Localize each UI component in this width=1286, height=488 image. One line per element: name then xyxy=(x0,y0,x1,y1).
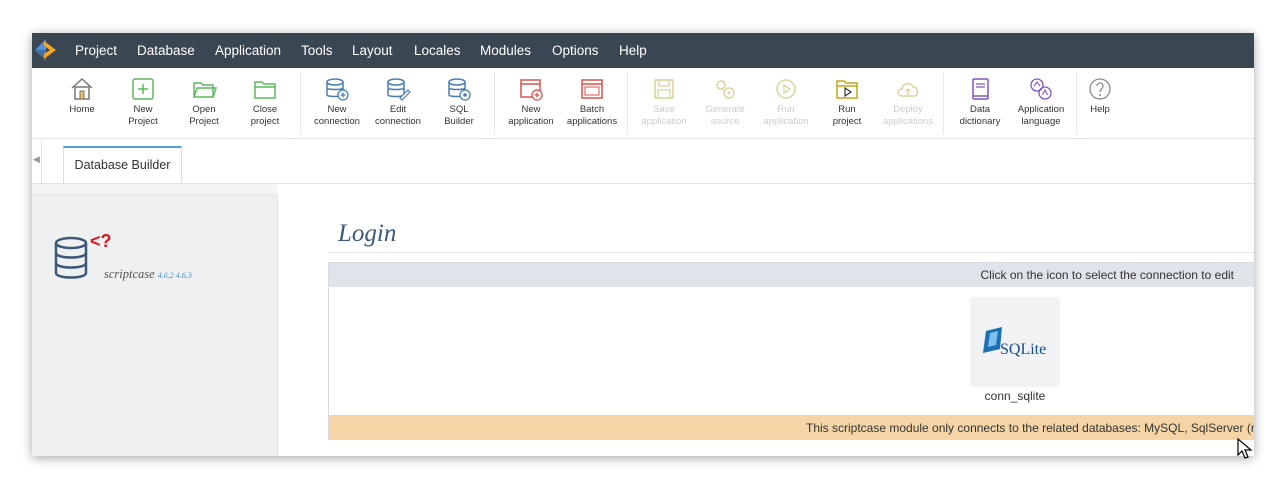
menu-project[interactable]: Project xyxy=(75,33,117,68)
instruction-text: Click on the icon to select the connecti… xyxy=(980,268,1234,282)
data-dictionary-label: Data dictionary xyxy=(959,104,1001,127)
help-label: Help xyxy=(1090,104,1110,115)
page-title: Login xyxy=(338,220,397,247)
menubar: Project Database Application Tools Layou… xyxy=(32,33,1254,68)
menu-help[interactable]: Help xyxy=(619,33,647,68)
app-window: Project Database Application Tools Layou… xyxy=(32,33,1254,456)
generate-source-label: Generate source xyxy=(705,104,745,127)
mouse-cursor-icon xyxy=(1237,438,1253,459)
generate-source-button[interactable]: Generate source xyxy=(695,76,755,128)
menu-application[interactable]: Application xyxy=(215,33,281,68)
side-panel: <? scriptcase 4.6.2 4.6.3 xyxy=(32,194,278,456)
new-connection-button[interactable]: New connection xyxy=(307,76,367,128)
folder-play-icon xyxy=(836,80,858,99)
application-language-label: Application language xyxy=(1017,104,1065,127)
sqlite-logo-icon: SQLite xyxy=(983,327,1046,358)
sql-builder-label: SQL Builder xyxy=(444,104,474,127)
run-application-label: Run application xyxy=(763,104,809,127)
window-add-icon xyxy=(520,79,543,101)
sql-builder-button[interactable]: SQL Builder xyxy=(429,76,489,128)
connection-box: Click on the icon to select the connecti… xyxy=(328,262,1254,440)
connection-header: Click on the icon to select the connecti… xyxy=(329,263,1254,287)
version-label: 4.6.2 4.6.3 xyxy=(157,271,192,280)
save-icon xyxy=(654,79,674,99)
open-project-label: Open Project xyxy=(189,104,219,127)
home-button[interactable]: Home xyxy=(52,76,112,116)
edit-connection-label: Edit connection xyxy=(375,104,421,127)
logo-badge: <? xyxy=(90,231,112,251)
tab-label: Database Builder xyxy=(74,158,171,172)
tab-bar: ◀ Database Builder xyxy=(32,139,1254,184)
home-icon xyxy=(71,77,93,100)
home-label: Home xyxy=(69,104,95,115)
folder-close-icon xyxy=(254,81,276,99)
application-language-button[interactable]: Application language xyxy=(1011,76,1071,128)
save-application-button[interactable]: Save application xyxy=(634,76,694,128)
deploy-applications-label: Deploy applications xyxy=(882,104,934,127)
menu-tools[interactable]: Tools xyxy=(301,33,333,68)
run-project-label: Run project xyxy=(832,104,862,127)
chevron-left-icon: ◀ xyxy=(33,154,40,164)
tab-database-builder[interactable]: Database Builder xyxy=(63,146,182,183)
open-project-button[interactable]: Open Project xyxy=(174,76,234,128)
new-application-button[interactable]: New application xyxy=(501,76,561,128)
edit-connection-button[interactable]: Edit connection xyxy=(368,76,428,128)
brand-label: scriptcase 4.6.2 4.6.3 xyxy=(104,267,192,282)
run-project-button[interactable]: Run project xyxy=(817,76,877,128)
new-project-label: New Project xyxy=(128,104,158,127)
help-icon xyxy=(1089,78,1111,100)
close-project-label: Close project xyxy=(250,104,280,127)
tab-scroll-left-button[interactable]: ◀ xyxy=(32,139,42,183)
sqlite-logo-text: SQLite xyxy=(1000,341,1046,358)
database-edit-icon xyxy=(387,78,411,101)
scriptcase-logo-icon[interactable] xyxy=(32,33,59,68)
toolbar-separator xyxy=(494,72,495,134)
menu-locales[interactable]: Locales xyxy=(414,33,461,68)
new-application-label: New application xyxy=(508,104,554,127)
new-connection-label: New connection xyxy=(314,104,360,127)
content-area: <? scriptcase 4.6.2 4.6.3 Login Click on … xyxy=(32,184,1254,456)
cloud-upload-icon xyxy=(897,83,918,97)
menu-database[interactable]: Database xyxy=(137,33,195,68)
toolbar-separator xyxy=(300,72,301,134)
main-panel: Login Click on the icon to select the co… xyxy=(278,184,1254,456)
run-application-button[interactable]: Run application xyxy=(756,76,816,128)
database-gear-icon xyxy=(448,78,471,101)
toolbar: Home New Project Open Project Close project xyxy=(32,68,1254,139)
gears-icon xyxy=(716,80,735,99)
deploy-applications-button[interactable]: Deploy applications xyxy=(878,76,938,128)
batch-applications-label: Batch applications xyxy=(566,104,618,127)
database-add-icon xyxy=(326,78,349,101)
warning-bar: This scriptcase module only connects to … xyxy=(329,415,1254,439)
close-project-button[interactable]: Close project xyxy=(235,76,295,128)
brand-name: scriptcase xyxy=(104,267,155,281)
connection-tile[interactable]: SQLite xyxy=(970,297,1060,387)
dictionary-icon xyxy=(972,78,989,100)
toolbar-separator xyxy=(943,72,944,134)
play-circle-icon xyxy=(776,79,796,99)
menu-layout[interactable]: Layout xyxy=(352,33,393,68)
folder-open-icon xyxy=(193,82,217,98)
connection-name[interactable]: conn_sqlite xyxy=(965,389,1065,403)
title-divider xyxy=(328,252,1254,253)
data-dictionary-button[interactable]: Data dictionary xyxy=(950,76,1010,128)
toolbar-separator xyxy=(627,72,628,134)
help-button[interactable]: Help xyxy=(1070,76,1130,116)
menu-modules[interactable]: Modules xyxy=(480,33,531,68)
save-application-label: Save application xyxy=(641,104,687,127)
new-project-button[interactable]: New Project xyxy=(113,76,173,128)
window-batch-icon xyxy=(581,79,603,99)
warning-text: This scriptcase module only connects to … xyxy=(806,421,1254,435)
batch-applications-button[interactable]: Batch applications xyxy=(562,76,622,128)
language-icon xyxy=(1030,78,1052,100)
new-project-icon xyxy=(132,78,154,100)
menu-options[interactable]: Options xyxy=(552,33,599,68)
